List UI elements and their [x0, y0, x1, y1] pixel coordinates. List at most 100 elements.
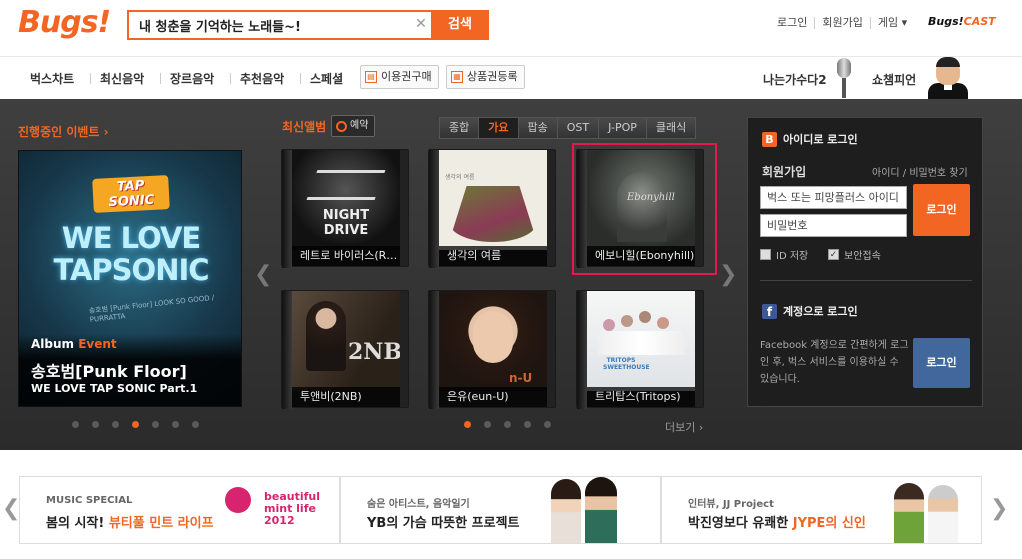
search-input[interactable] — [129, 12, 419, 38]
promo-label: 숨은 아티스트, 음악일기 — [367, 499, 470, 510]
login-button[interactable]: 로그인 — [913, 184, 970, 236]
bugs-logo[interactable]: Bugs! — [18, 5, 111, 40]
coupon-icon: ▦ — [451, 71, 463, 83]
promo-label: MUSIC SPECIAL — [46, 495, 133, 506]
pager-dot-active[interactable] — [464, 421, 471, 428]
account-login-header: f 계정으로 로그인 — [762, 303, 858, 319]
promo-title: 박진영보다 유쾌한 JYPE의 신인 — [688, 516, 866, 531]
secure-login-checkbox[interactable]: ✓ 보안접속 — [828, 247, 881, 262]
tab-classic[interactable]: 클래식 — [645, 117, 697, 139]
ticket-icon: ▤ — [365, 71, 377, 83]
nav-special[interactable]: 스페셜 — [310, 70, 343, 87]
artist-photo — [894, 483, 924, 543]
beautiful-mint-life-logo: beautiful mint life 2012 — [264, 490, 321, 527]
albums-pager — [464, 421, 551, 428]
promo-title: YB의 가슴 따뜻한 프로젝트 — [367, 516, 520, 531]
main-nav: 벅스차트 최신음악 장르음악 추천음악 스페셜 ▤ 이용권구매 ▦ 상품권등록 나는… — [0, 56, 1022, 99]
utility-links: 로그인 회원가입 게임 ▾ — [770, 17, 914, 29]
artist-photo — [928, 485, 958, 543]
id-login-header: B 아이디로 로그인 — [762, 131, 858, 147]
pager-dot[interactable] — [72, 421, 79, 428]
album-card[interactable]: n-U 은유(eun-U) — [428, 290, 556, 409]
pager-dot[interactable] — [112, 421, 119, 428]
album-card[interactable]: NIGHT DRIVE 레트로 바이러스(R… — [281, 149, 409, 268]
nav-genre-music[interactable]: 장르음악 — [170, 70, 214, 87]
tab-ost[interactable]: OST — [556, 117, 600, 139]
genre-tabs: 종합 가요 팝송 OST J-POP 클래식 — [439, 117, 697, 139]
pager-dot[interactable] — [504, 421, 511, 428]
facebook-icon: f — [762, 303, 777, 319]
album-card[interactable]: TRITOPS SWEETHOUSE 트리탑스(Tritops) — [576, 290, 704, 409]
tab-pop[interactable]: 팝송 — [517, 117, 558, 139]
search-button[interactable]: 검색 — [431, 10, 489, 40]
event-banner[interactable]: TAP SONIC WE LOVE TAPSONIC 송호범 [Punk Flo… — [18, 150, 242, 407]
artist-photo — [585, 477, 617, 543]
album-cover: NIGHT DRIVE — [292, 150, 400, 250]
tab-overall[interactable]: 종합 — [439, 117, 480, 139]
top-bar: Bugs! ✕ 검색 로그인 회원가입 게임 ▾ Bugs!CAST — [0, 0, 1022, 56]
login-link[interactable]: 로그인 — [770, 17, 814, 29]
login-panel: B 아이디로 로그인 회원가입 아이디 / 비밀번호 찾기 벅스 또는 피망플러스… — [747, 117, 983, 407]
join-link[interactable]: 회원가입 — [814, 17, 869, 29]
albums-next-arrow-icon[interactable]: ❯ — [719, 262, 737, 287]
password-input[interactable]: 비밀번호 — [760, 214, 907, 237]
artist-photo — [551, 479, 581, 543]
clock-icon — [336, 120, 347, 132]
pager-dot[interactable] — [524, 421, 531, 428]
host-avatar — [928, 56, 968, 99]
selected-album-highlight — [572, 143, 717, 275]
microphone-icon — [833, 56, 855, 98]
nav-recommended[interactable]: 추천음악 — [240, 70, 284, 87]
nav-singer-show[interactable]: 나는가수다2 — [763, 71, 827, 88]
id-input[interactable]: 벅스 또는 피망플러스 아이디 — [760, 186, 907, 209]
clear-search-icon[interactable]: ✕ — [413, 16, 429, 32]
join-link[interactable]: 회원가입 — [762, 163, 806, 180]
events-title[interactable]: 진행중인 이벤트 › — [18, 123, 109, 140]
find-account-link[interactable]: 아이디 / 비밀번호 찾기 — [872, 164, 968, 179]
pager-dot-active[interactable] — [132, 421, 139, 428]
register-coupon-button[interactable]: ▦ 상품권등록 — [446, 65, 525, 89]
pager-dot[interactable] — [192, 421, 199, 428]
promo-next-arrow-icon[interactable]: ❯ — [990, 496, 1008, 521]
promo-card[interactable]: 인터뷰, JJ Project 박진영보다 유쾌한 JYPE의 신인 — [661, 476, 982, 544]
nav-new-music[interactable]: 최신음악 — [100, 70, 144, 87]
tapsonic-logo: TAP SONIC — [92, 175, 170, 213]
album-card[interactable]: 2NB 투앤비(2NB) — [281, 290, 409, 409]
tab-jpop[interactable]: J-POP — [598, 117, 647, 139]
nav-bugs-chart[interactable]: 벅스차트 — [30, 70, 74, 87]
banner-small-text: 송호범 [Punk Floor] LOOK SO GOOD / PURRATTA — [88, 293, 215, 324]
new-albums-title: 최신앨범 — [282, 120, 327, 134]
pager-dot[interactable] — [92, 421, 99, 428]
albums-prev-arrow-icon[interactable]: ❮ — [254, 262, 272, 287]
promo-card[interactable]: MUSIC SPECIAL 봄의 시작! 뷰티풀 민트 라이프 beautifu… — [19, 476, 340, 544]
buy-ticket-button[interactable]: ▤ 이용권구매 — [360, 65, 439, 89]
save-id-checkbox[interactable]: ID 저장 — [760, 247, 808, 262]
album-cover: 생각의 여름 — [439, 150, 547, 250]
facebook-description: Facebook 계정으로 간편하게 로그인 후, 벅스 서비스를 이용하실 수… — [760, 340, 909, 385]
pager-dot[interactable] — [152, 421, 159, 428]
promo-title: 봄의 시작! 뷰티풀 민트 라이프 — [46, 516, 214, 531]
promo-card[interactable]: 숨은 아티스트, 음악일기 YB의 가슴 따뜻한 프로젝트 — [340, 476, 661, 544]
nav-show-champion[interactable]: 쇼챔피언 — [872, 71, 916, 88]
promo-prev-arrow-icon[interactable]: ❮ — [2, 496, 20, 521]
promo-label: 인터뷰, JJ Project — [688, 499, 774, 510]
reserve-button[interactable]: 예약 — [331, 115, 376, 137]
banner-title: 송호범[Punk Floor] — [31, 362, 187, 381]
album-cover: 2NB — [292, 291, 400, 391]
tab-kpop[interactable]: 가요 — [478, 117, 519, 139]
game-menu[interactable]: 게임 ▾ — [869, 17, 914, 29]
album-cover: n-U — [439, 291, 547, 391]
album-event-label: Album Event — [31, 337, 117, 351]
banner-headline-2: TAPSONIC — [53, 253, 209, 287]
album-caption: 생각의 여름 — [439, 246, 547, 266]
facebook-login-button[interactable]: 로그인 — [913, 338, 970, 388]
search-box: ✕ 검색 — [127, 10, 489, 40]
pager-dot[interactable] — [544, 421, 551, 428]
pager-dot[interactable] — [172, 421, 179, 428]
album-caption: 트리탑스(Tritops) — [587, 387, 695, 407]
more-link[interactable]: 더보기 › — [665, 419, 703, 435]
album-card[interactable]: 생각의 여름 생각의 여름 — [428, 149, 556, 268]
pager-dot[interactable] — [484, 421, 491, 428]
album-caption: 레트로 바이러스(R… — [292, 246, 400, 266]
bugs-cast-logo[interactable]: Bugs!CAST — [928, 15, 996, 28]
